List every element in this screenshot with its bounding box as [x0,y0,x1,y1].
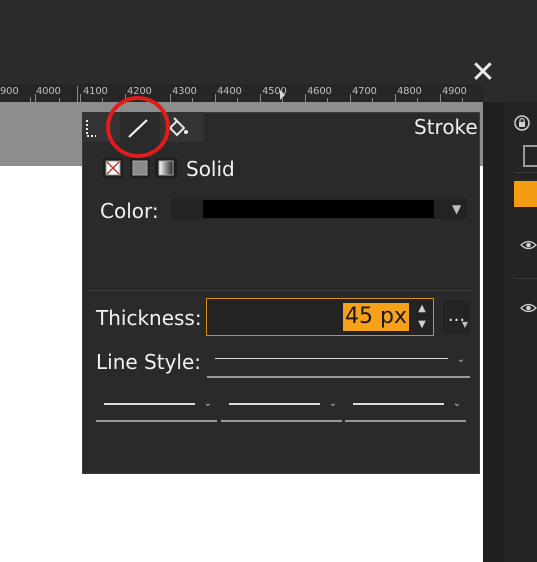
ruler-label: 4700 [352,86,377,97]
ruler-label: 900 [0,86,19,97]
ruler-label: 4300 [172,86,197,97]
chevron-down-icon: ⌄ [203,398,212,409]
gradient-stroke-button[interactable] [155,158,177,178]
ruler-label: 4900 [442,86,467,97]
chevron-down-icon[interactable]: ▼ [452,202,461,216]
close-icon[interactable]: ✕ [470,58,496,88]
panel-title: Stroke [414,115,478,139]
selected-layer-indicator[interactable] [514,181,537,207]
chevron-down-icon: ⌄ [456,354,465,365]
divider [514,278,537,279]
ruler-label: 4100 [83,86,108,97]
divider [88,290,472,291]
line-cap-dropdown[interactable]: ⌄ [96,386,217,422]
color-label: Color: [100,199,159,223]
chevron-down-icon: ▼ [461,320,468,329]
highlight-circle [106,96,170,158]
line-style-label: Line Style: [96,350,202,374]
spin-down-icon[interactable]: ▼ [415,318,429,332]
panel-title-wrap: Stroke [400,114,480,140]
stroke-style-label: Solid [186,157,235,181]
divider [514,172,537,173]
horizontal-ruler: 900 4000 4100 4200 4300 4400 4500 4600 4… [0,84,483,102]
solid-stroke-button[interactable] [130,158,150,178]
ruler-label: 4400 [217,86,242,97]
more-options-button[interactable]: ... ▼ [443,300,470,334]
eye-icon[interactable] [520,237,537,251]
thickness-label: Thickness: [96,306,202,330]
eye-icon[interactable] [520,300,537,314]
ruler-label: 4600 [307,86,332,97]
line-style-dropdown[interactable]: ⌄ [207,342,470,378]
canvas-margin [0,102,82,166]
line-end-dropdown[interactable]: ⌄ [345,386,466,422]
layer-thumbnail[interactable] [523,145,537,167]
no-stroke-button[interactable] [103,158,123,178]
thickness-input[interactable]: 45 px ▲ ▼ [206,298,434,336]
thickness-value[interactable]: 45 px [343,303,409,331]
layers-panel [504,102,537,562]
ruler-current-line [77,86,78,102]
chevron-down-icon: ⌄ [328,398,337,409]
color-swatch [203,200,434,218]
lock-icon[interactable] [513,114,531,132]
chevron-down-icon: ⌄ [452,398,461,409]
line-join-dropdown[interactable]: ⌄ [221,386,342,422]
ruler-label: 4800 [397,86,422,97]
ruler-label: 4000 [36,86,61,97]
spin-up-icon[interactable]: ▲ [415,302,429,316]
